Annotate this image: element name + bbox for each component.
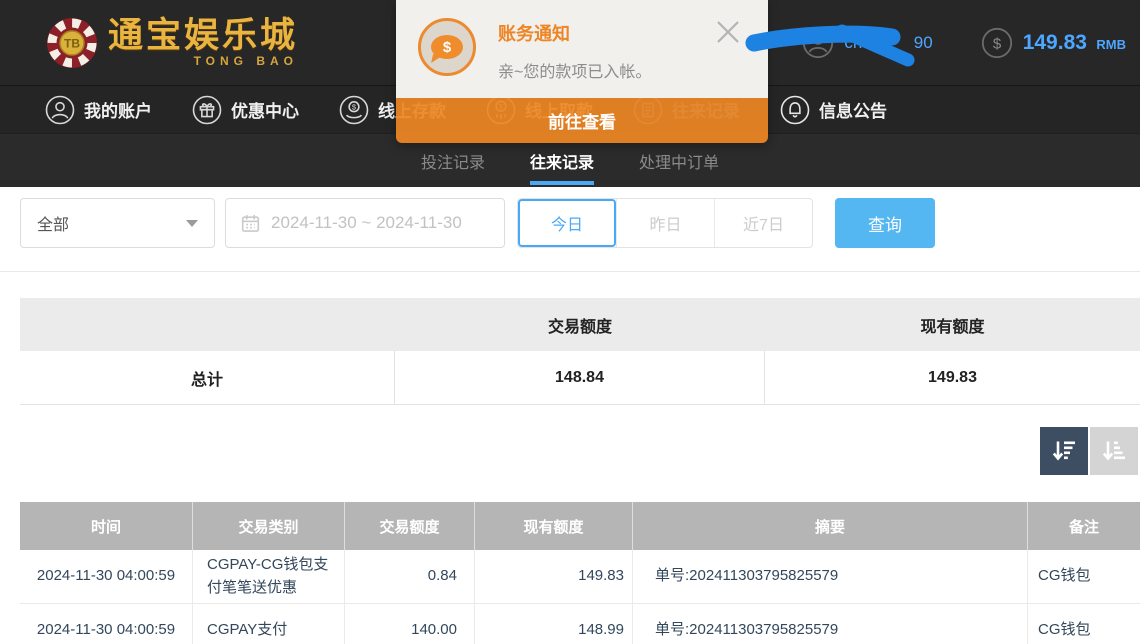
sort-descending-button[interactable] xyxy=(1040,427,1088,475)
col-amount: 交易额度 xyxy=(345,502,475,550)
toast-title: 账务通知 xyxy=(498,20,651,46)
table-row: 2024-11-30 04:00:59 CGPAY支付 140.00 148.9… xyxy=(20,604,1140,644)
date-range-input[interactable]: 2024-11-30 ~ 2024-11-30 xyxy=(225,198,505,248)
summary-header-row: 交易额度 现有额度 xyxy=(20,298,1140,351)
col-balance: 现有额度 xyxy=(475,502,633,550)
summary-table: 交易额度 现有额度 总计 148.84 149.83 xyxy=(20,298,1140,405)
go-to-view-button[interactable]: 前往查看 xyxy=(396,98,768,143)
sort-ascending-icon xyxy=(1100,437,1128,465)
dollar-icon: $ xyxy=(981,27,1013,59)
summary-header-transaction: 交易额度 xyxy=(395,298,765,351)
user-icon xyxy=(45,95,75,125)
nav-item-my-account[interactable]: 我的账户 xyxy=(45,95,152,125)
records-table: 时间 交易类别 交易额度 现有额度 摘要 备注 2024-11-30 04:00… xyxy=(20,502,1140,644)
bell-icon xyxy=(780,95,810,125)
user-menu[interactable]: che90 xyxy=(802,27,932,59)
table-row: 2024-11-30 04:00:59 CGPAY-CG钱包支付笔笔送优惠 0.… xyxy=(20,550,1140,604)
col-summary: 摘要 xyxy=(633,502,1028,550)
summary-total-row: 总计 148.84 149.83 xyxy=(20,351,1140,405)
category-select[interactable]: 全部 xyxy=(20,198,215,248)
toast-body: $ 账务通知 亲~您的款项已入帐。 xyxy=(396,0,768,98)
section-divider xyxy=(0,271,1140,272)
svg-text:$: $ xyxy=(993,35,1002,52)
user-avatar-icon xyxy=(802,27,834,59)
quick-today-button[interactable]: 今日 xyxy=(518,199,616,247)
toast-message: 亲~您的款项已入帐。 xyxy=(498,58,651,82)
sort-controls xyxy=(0,427,1138,475)
table-header-row: 时间 交易类别 交易额度 现有额度 摘要 备注 xyxy=(20,502,1140,550)
brand-logo[interactable]: TB 通宝娱乐城 TONG BAO xyxy=(46,17,298,69)
summary-total-balance: 149.83 xyxy=(765,351,1140,404)
close-icon[interactable] xyxy=(714,18,742,46)
active-tab-underline xyxy=(530,181,594,185)
sort-ascending-button[interactable] xyxy=(1090,427,1138,475)
quick-last7days-button[interactable]: 近7日 xyxy=(714,199,812,247)
query-button[interactable]: 查询 xyxy=(835,198,935,248)
money-message-icon: $ xyxy=(418,18,476,76)
quick-yesterday-button[interactable]: 昨日 xyxy=(616,199,714,247)
summary-total-transaction: 148.84 xyxy=(395,351,765,404)
deposit-coin-icon: $ xyxy=(339,95,369,125)
nav-item-promotions[interactable]: 优惠中心 xyxy=(192,95,299,125)
svg-text:TB: TB xyxy=(64,36,80,50)
brand-name-en: TONG BAO xyxy=(194,55,298,67)
col-type: 交易类别 xyxy=(193,502,345,550)
username: che90 xyxy=(844,33,932,53)
balance[interactable]: $ 149.83 RMB xyxy=(981,27,1126,59)
nav-item-announcements[interactable]: 信息公告 xyxy=(780,95,887,125)
account-notification-toast: $ 账务通知 亲~您的款项已入帐。 前往查看 xyxy=(396,0,768,143)
brand-name: 通宝娱乐城 TONG BAO xyxy=(108,18,298,67)
balance-amount: 149.83 xyxy=(1023,31,1087,54)
calendar-icon xyxy=(241,214,260,233)
transaction-records-page: TB 通宝娱乐城 TONG BAO che90 xyxy=(0,0,1140,644)
summary-header-empty xyxy=(20,298,395,351)
col-time: 时间 xyxy=(20,502,193,550)
brand-name-cn: 通宝娱乐城 xyxy=(108,18,298,53)
summary-header-balance: 现有额度 xyxy=(765,298,1140,351)
gift-icon xyxy=(192,95,222,125)
poker-chip-icon: TB xyxy=(46,17,98,69)
chevron-down-icon xyxy=(186,220,198,227)
col-remark: 备注 xyxy=(1028,502,1140,550)
filter-bar: 全部 2024-11-30 ~ 2024-11-30 今日 昨日 xyxy=(20,198,1140,248)
quick-date-group: 今日 昨日 近7日 xyxy=(517,198,813,248)
header-right: che90 $ 149.83 RMB xyxy=(802,27,1126,59)
balance-currency: RMB xyxy=(1096,37,1126,52)
summary-total-label: 总计 xyxy=(20,351,395,404)
toast-text: 账务通知 亲~您的款项已入帐。 xyxy=(498,18,651,82)
sort-descending-icon xyxy=(1050,437,1078,465)
